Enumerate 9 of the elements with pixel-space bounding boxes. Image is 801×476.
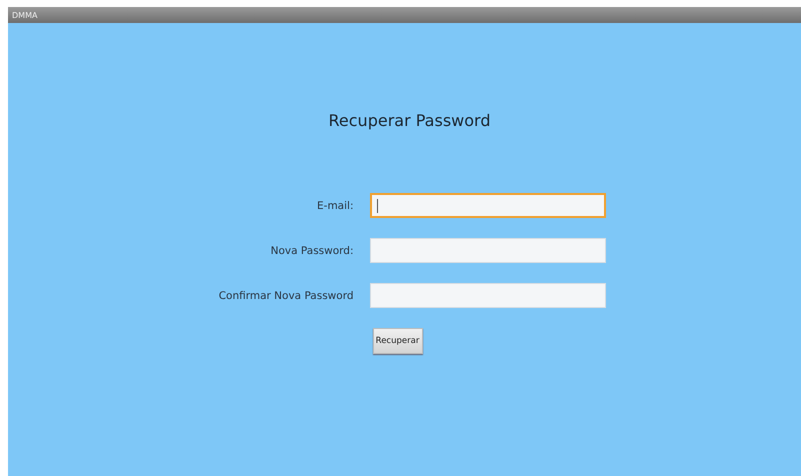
field-label: E-mail: [317, 200, 354, 212]
page-heading: Recuperar Password [328, 111, 490, 130]
field-label: Nova Password: [270, 244, 354, 256]
field-label: Confirmar Nova Password [218, 290, 354, 302]
input-field[interactable] [370, 193, 606, 218]
window-title: DMMA [12, 10, 38, 20]
input-field[interactable] [370, 238, 606, 263]
recover-button[interactable]: Recuperar [372, 328, 422, 354]
input-field[interactable] [370, 283, 606, 308]
